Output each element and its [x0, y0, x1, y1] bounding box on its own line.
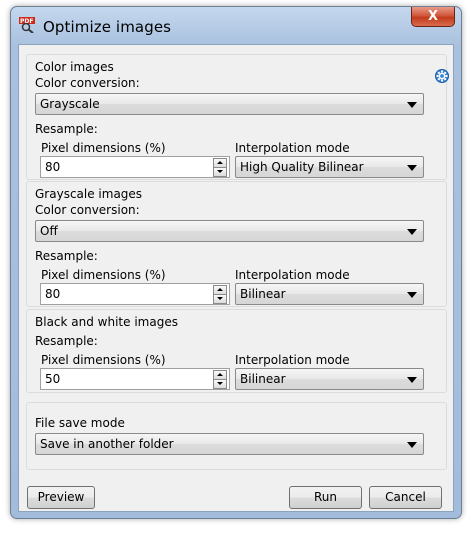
run-button[interactable]: Run: [289, 486, 362, 509]
color-conversion-value: Off: [40, 224, 58, 238]
window-title: Optimize images: [43, 18, 172, 36]
pixel-dimensions-input[interactable]: 80: [40, 156, 230, 178]
resample-label: Resample:: [35, 334, 98, 348]
pixel-dimensions-label: Pixel dimensions (%): [41, 353, 166, 367]
interpolation-mode-value: Bilinear: [240, 372, 286, 386]
file-save-mode-label: File save mode: [35, 416, 125, 430]
chevron-down-icon: [407, 229, 417, 235]
chevron-down-icon: [407, 165, 417, 171]
dialog-client-area: Color images Color conversion: Grayscale…: [18, 44, 454, 512]
pixel-dimensions-label: Pixel dimensions (%): [41, 268, 166, 282]
color-images-group: Color images Color conversion: Grayscale…: [26, 54, 447, 180]
cancel-button[interactable]: Cancel: [369, 486, 442, 509]
color-conversion-label: Color conversion:: [35, 203, 140, 217]
color-conversion-value: Grayscale: [40, 97, 100, 111]
preview-button[interactable]: Preview: [27, 486, 95, 509]
resample-label: Resample:: [35, 122, 98, 136]
spin-down-icon[interactable]: [213, 294, 227, 304]
spin-buttons[interactable]: [213, 158, 227, 177]
pixel-dimensions-value: 80: [45, 160, 61, 174]
spin-down-icon[interactable]: [213, 379, 227, 389]
grayscale-images-heading: Grayscale images: [35, 187, 143, 201]
pixel-dimensions-value: 80: [45, 287, 61, 301]
color-images-heading: Color images: [35, 60, 114, 74]
optimize-images-window: PDF Optimize images X Color images Color…: [10, 6, 462, 519]
chevron-down-icon: [407, 292, 417, 298]
close-icon: X: [427, 9, 439, 24]
color-conversion-label: Color conversion:: [35, 76, 140, 90]
file-save-mode-select[interactable]: Save in another folder: [35, 433, 424, 455]
bw-images-heading: Black and white images: [35, 315, 178, 329]
chevron-down-icon: [407, 377, 417, 383]
close-button[interactable]: X: [411, 7, 455, 27]
color-conversion-select[interactable]: Off: [35, 220, 424, 242]
interpolation-mode-label: Interpolation mode: [235, 353, 350, 367]
interpolation-mode-label: Interpolation mode: [235, 268, 350, 282]
file-save-group: File save mode Save in another folder: [26, 402, 447, 470]
interpolation-mode-value: Bilinear: [240, 287, 286, 301]
color-conversion-select[interactable]: Grayscale: [35, 93, 424, 115]
interpolation-mode-value: High Quality Bilinear: [240, 160, 364, 174]
gear-icon[interactable]: [434, 68, 450, 84]
pixel-dimensions-value: 50: [45, 372, 61, 386]
bw-images-group: Black and white images Resample: Pixel d…: [26, 309, 447, 393]
pixel-dimensions-input[interactable]: 80: [40, 283, 230, 305]
interpolation-mode-label: Interpolation mode: [235, 141, 350, 155]
pixel-dimensions-input[interactable]: 50: [40, 368, 230, 390]
file-save-mode-value: Save in another folder: [40, 437, 174, 451]
pdf-app-icon: PDF: [19, 17, 35, 33]
spin-buttons[interactable]: [213, 285, 227, 304]
grayscale-images-group: Grayscale images Color conversion: Off R…: [26, 181, 447, 307]
spin-buttons[interactable]: [213, 370, 227, 389]
interpolation-mode-select[interactable]: High Quality Bilinear: [235, 156, 424, 178]
chevron-down-icon: [407, 442, 417, 448]
pixel-dimensions-label: Pixel dimensions (%): [41, 141, 166, 155]
spin-down-icon[interactable]: [213, 167, 227, 177]
title-bar[interactable]: PDF Optimize images X: [11, 7, 461, 41]
interpolation-mode-select[interactable]: Bilinear: [235, 368, 424, 390]
chevron-down-icon: [407, 102, 417, 108]
resample-label: Resample:: [35, 249, 98, 263]
interpolation-mode-select[interactable]: Bilinear: [235, 283, 424, 305]
